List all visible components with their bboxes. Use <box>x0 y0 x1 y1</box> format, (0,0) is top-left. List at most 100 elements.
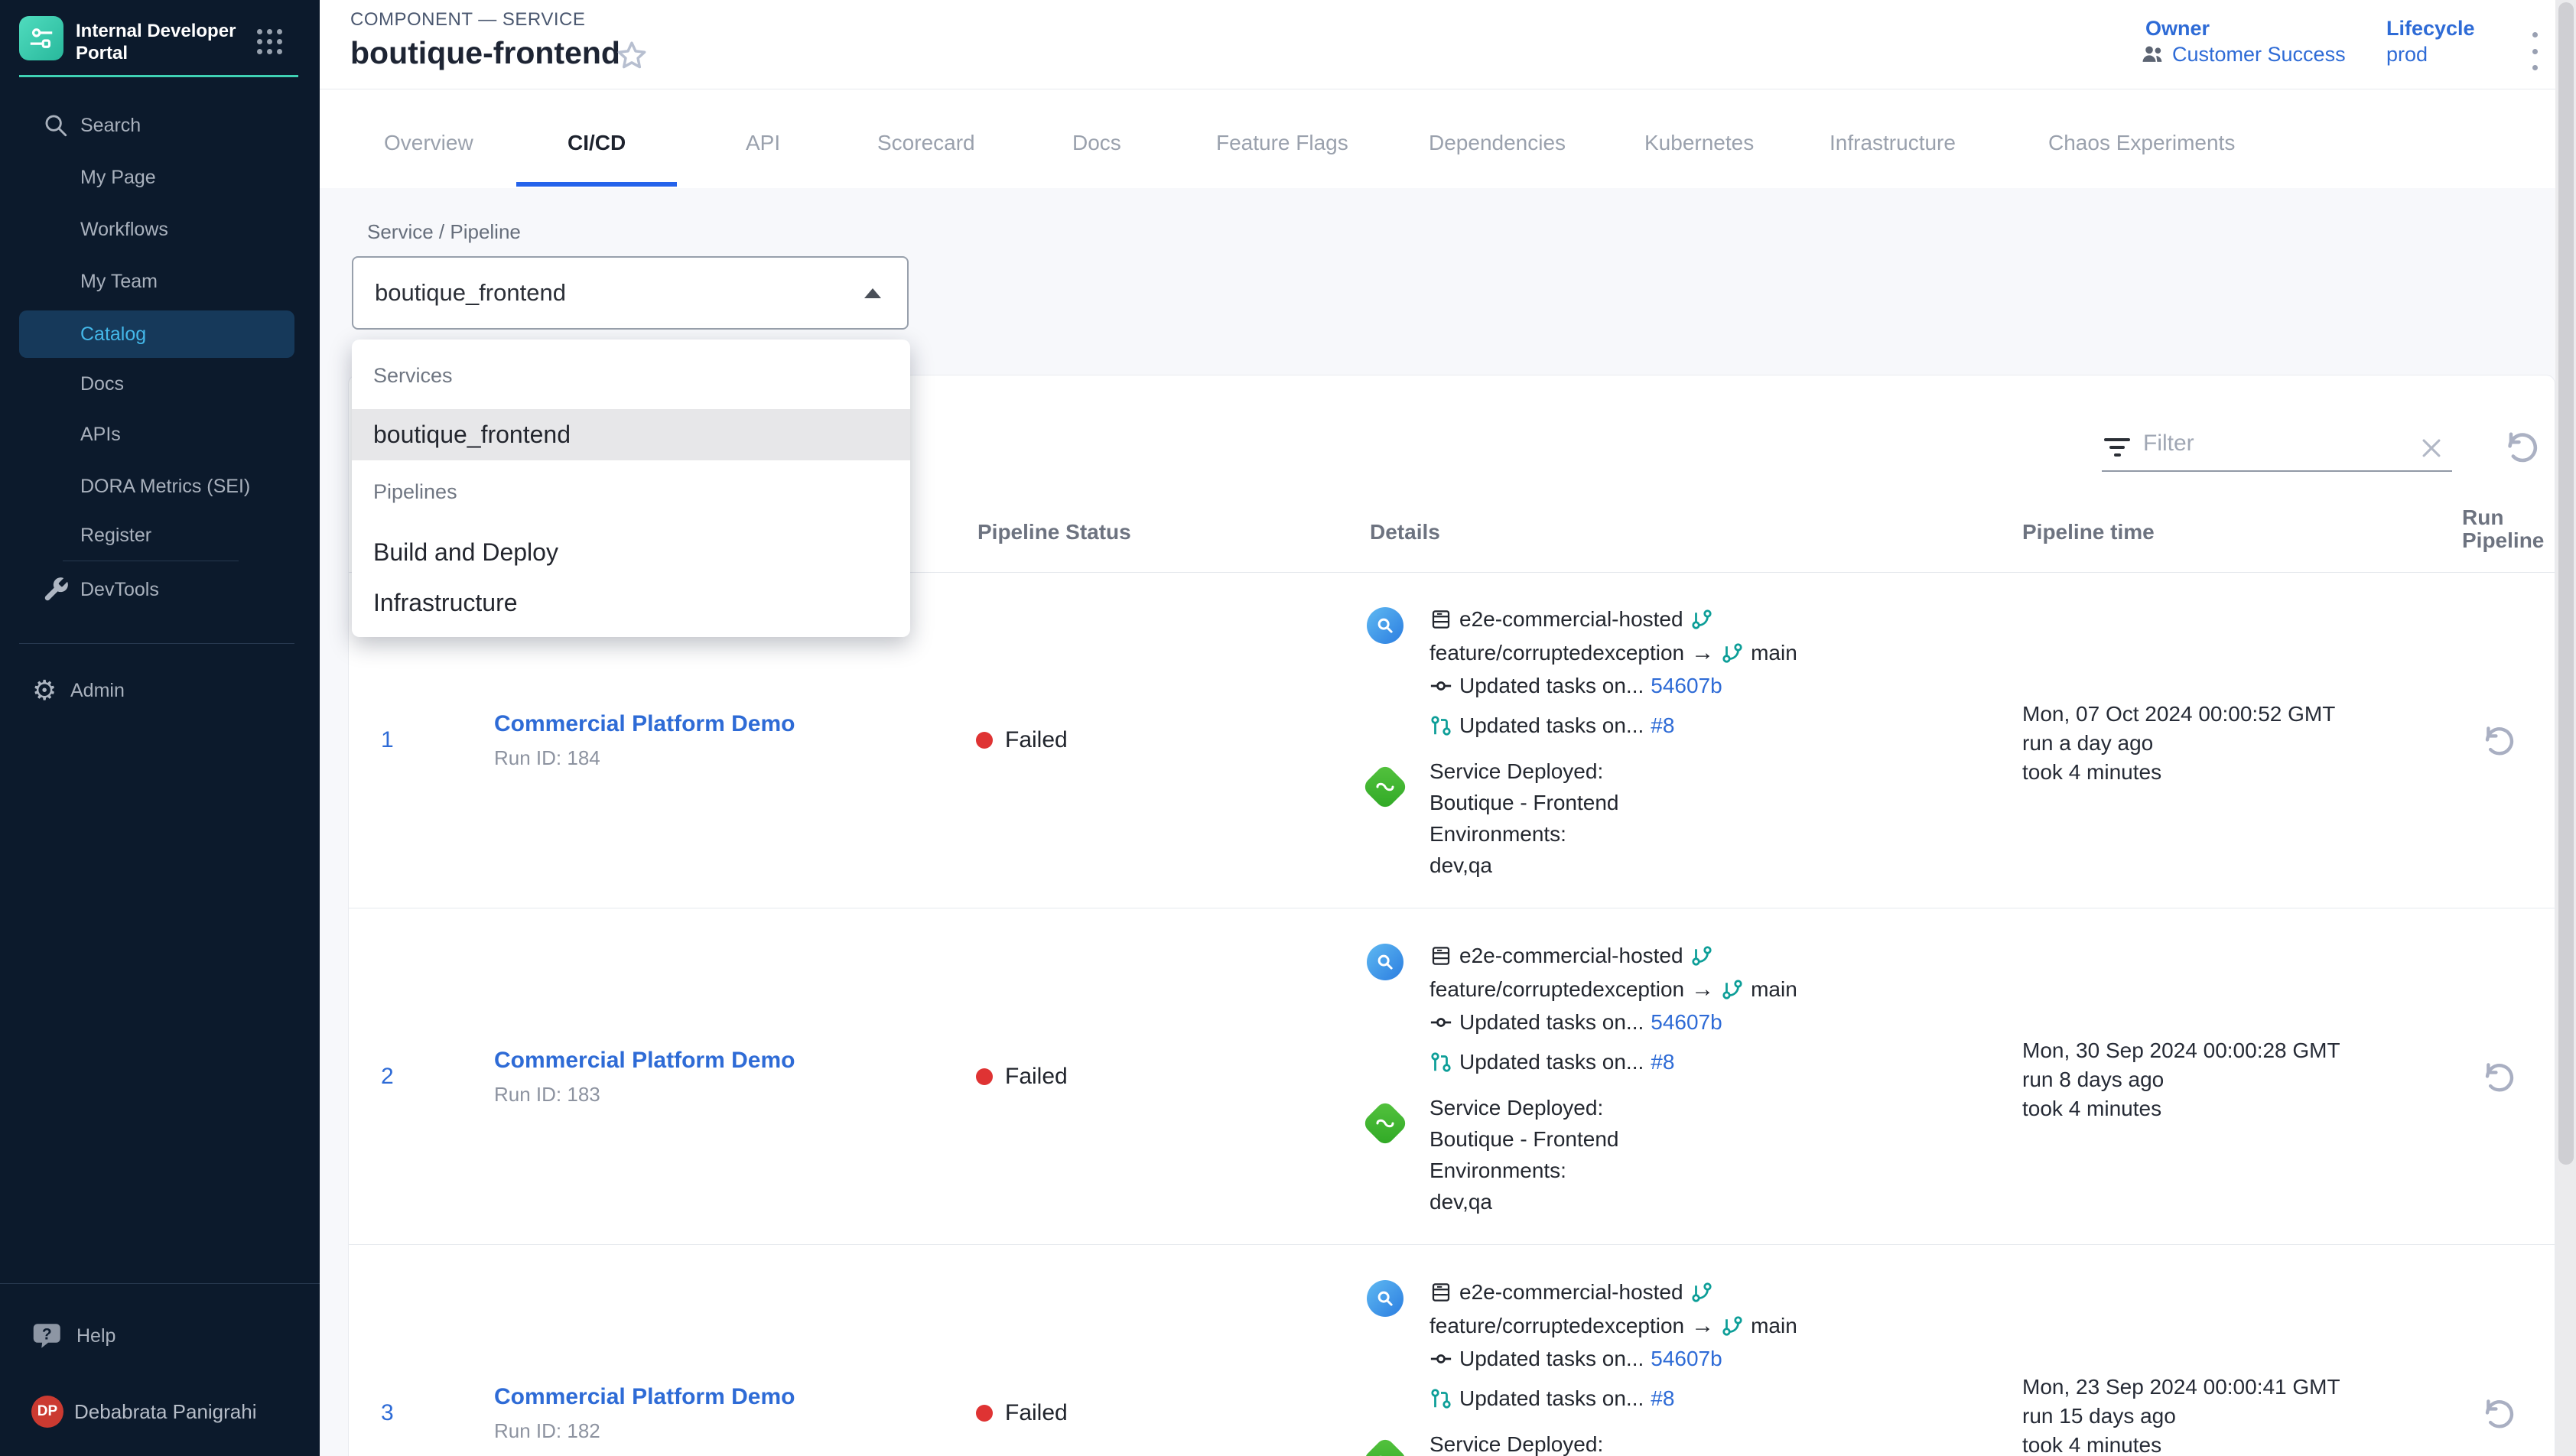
git-commit-icon <box>1429 1011 1452 1034</box>
git-branch-icon <box>1721 978 1744 1001</box>
owner-value[interactable]: Customer Success <box>2140 41 2346 67</box>
sidebar-item-docs[interactable]: Docs <box>0 360 320 408</box>
pull-request-line: Updated tasks on... #8 <box>1429 1049 1674 1075</box>
column-header-run-pipeline: Run Pipeline <box>2462 506 2554 552</box>
commit-link[interactable]: 54607b <box>1651 1347 1722 1371</box>
column-header-pipeline-time: Pipeline time <box>2022 520 2155 544</box>
sidebar-item-dora-metrics[interactable]: DORA Metrics (SEI) <box>0 463 320 510</box>
service-pipeline-select[interactable]: boutique_frontend <box>352 256 909 330</box>
sidebar-item-my-page[interactable]: My Page <box>0 154 320 201</box>
tab-chaos-experiments[interactable]: Chaos Experiments <box>2048 131 2235 155</box>
pull-request-icon <box>1429 1387 1452 1410</box>
deploy-info: Service Deployed: Boutique - Frontend En… <box>1429 1428 1619 1456</box>
repository-icon <box>1429 608 1452 631</box>
ci-stage-icon <box>1367 1280 1403 1317</box>
owner-label: Owner <box>2145 17 2210 41</box>
tab-dependencies[interactable]: Dependencies <box>1429 131 1566 155</box>
git-branch-icon <box>1721 1315 1744 1337</box>
tab-infrastructure[interactable]: Infrastructure <box>1830 131 1956 155</box>
filter-input[interactable] <box>2143 431 2395 457</box>
pipeline-time: Mon, 30 Sep 2024 00:00:28 GMT run 8 days… <box>2022 1036 2340 1123</box>
scrollbar-thumb[interactable] <box>2558 2 2574 1165</box>
filter-underline <box>2102 470 2452 472</box>
sidebar-item-register[interactable]: Register <box>0 512 320 559</box>
column-header-details: Details <box>1370 520 1440 544</box>
tab-feature-flags[interactable]: Feature Flags <box>1216 131 1348 155</box>
clear-filter-icon[interactable] <box>2418 435 2444 461</box>
service-pipeline-dropdown: Services boutique_frontend Pipelines Bui… <box>352 340 910 637</box>
sidebar-item-my-team[interactable]: My Team <box>0 258 320 305</box>
dropdown-option-build-and-deploy[interactable]: Build and Deploy <box>373 538 558 567</box>
user-name: Debabrata Panigrahi <box>74 1400 257 1424</box>
commit-link[interactable]: 54607b <box>1651 1010 1722 1035</box>
tab-api[interactable]: API <box>746 131 780 155</box>
run-pipeline-icon[interactable] <box>2477 1058 2514 1095</box>
tab-docs[interactable]: Docs <box>1072 131 1121 155</box>
help-chat-icon <box>32 1320 64 1352</box>
sidebar-item-devtools[interactable]: DevTools <box>0 566 320 613</box>
dropdown-group-pipelines: Pipelines <box>373 480 457 504</box>
tab-kubernetes[interactable]: Kubernetes <box>1644 131 1754 155</box>
run-pipeline-icon[interactable] <box>2477 1395 2514 1432</box>
refresh-icon[interactable] <box>2500 427 2538 466</box>
favorite-star-icon[interactable] <box>614 38 649 73</box>
repository-icon <box>1429 1281 1452 1304</box>
more-options-icon[interactable] <box>2526 32 2544 70</box>
commit-line: Updated tasks on... 54607b <box>1429 1346 1722 1372</box>
pipeline-run-link[interactable]: Commercial Platform Demo <box>494 1048 795 1074</box>
run-id: Run ID: 182 <box>494 1419 600 1443</box>
status-text: Failed <box>1005 1400 1068 1426</box>
sidebar-item-catalog[interactable]: Catalog <box>19 310 294 358</box>
sidebar-item-search[interactable]: Search <box>0 102 320 149</box>
pipeline-run-link[interactable]: Commercial Platform Demo <box>494 1384 795 1410</box>
branch-line: feature/corruptedexception → main <box>1429 1313 1797 1339</box>
chevron-up-icon <box>864 288 881 298</box>
row-index: 2 <box>381 1064 427 1090</box>
repository-icon <box>1429 944 1452 967</box>
pull-request-link[interactable]: #8 <box>1651 713 1674 738</box>
commit-link[interactable]: 54607b <box>1651 674 1722 698</box>
run-pipeline-icon[interactable] <box>2477 722 2514 759</box>
deploy-info: Service Deployed: Boutique - Frontend En… <box>1429 1092 1619 1217</box>
cd-stage-icon <box>1361 763 1409 811</box>
commit-line: Updated tasks on... 54607b <box>1429 673 1722 699</box>
pipeline-time: Mon, 23 Sep 2024 00:00:41 GMT run 15 day… <box>2022 1373 2340 1456</box>
sidebar-item-help[interactable]: Help <box>0 1312 320 1360</box>
status-text: Failed <box>1005 1064 1068 1090</box>
repo-line: e2e-commercial-hosted <box>1429 606 1713 632</box>
sidebar-item-workflows[interactable]: Workflows <box>0 206 320 253</box>
pull-request-icon <box>1429 714 1452 737</box>
git-branch-icon <box>1721 642 1744 665</box>
brand-accent-divider <box>19 75 298 77</box>
tab-scorecard[interactable]: Scorecard <box>877 131 975 155</box>
pull-request-link[interactable]: #8 <box>1651 1386 1674 1411</box>
pull-request-link[interactable]: #8 <box>1651 1050 1674 1074</box>
repo-line: e2e-commercial-hosted <box>1429 943 1713 969</box>
user-menu[interactable]: DP Debabrata Panigrahi <box>0 1387 320 1436</box>
lifecycle-value: prod <box>2386 43 2428 67</box>
status-dot-failed <box>976 1405 993 1422</box>
arrow-right: → <box>1691 977 1714 1003</box>
commit-line: Updated tasks on... 54607b <box>1429 1009 1722 1035</box>
app-switcher-icon[interactable] <box>257 29 282 54</box>
dropdown-option-boutique-frontend[interactable]: boutique_frontend <box>373 421 571 449</box>
pipeline-run-link[interactable]: Commercial Platform Demo <box>494 711 795 737</box>
sidebar-item-admin[interactable]: ⚙ Admin <box>0 667 320 714</box>
sidebar: Internal Developer Portal Search My Page… <box>0 0 320 1456</box>
deploy-info: Service Deployed: Boutique - Frontend En… <box>1429 756 1619 881</box>
sidebar-item-apis[interactable]: APIs <box>0 411 320 458</box>
service-pipeline-label: Service / Pipeline <box>367 220 521 244</box>
avatar: DP <box>31 1396 63 1428</box>
git-commit-icon <box>1429 674 1452 697</box>
pipeline-time: Mon, 07 Oct 2024 00:00:52 GMT run a day … <box>2022 700 2335 787</box>
git-branch-icon <box>1690 608 1713 631</box>
dropdown-option-infrastructure[interactable]: Infrastructure <box>373 589 518 617</box>
filter-icon[interactable] <box>2102 434 2132 461</box>
run-id: Run ID: 184 <box>494 746 600 770</box>
app-logo[interactable] <box>19 16 63 60</box>
git-branch-icon <box>1690 1281 1713 1304</box>
tab-overview[interactable]: Overview <box>384 131 473 155</box>
scrollbar-track[interactable] <box>2555 0 2576 1456</box>
tab-cicd[interactable]: CI/CD <box>568 131 626 155</box>
row-index: 3 <box>381 1400 427 1426</box>
